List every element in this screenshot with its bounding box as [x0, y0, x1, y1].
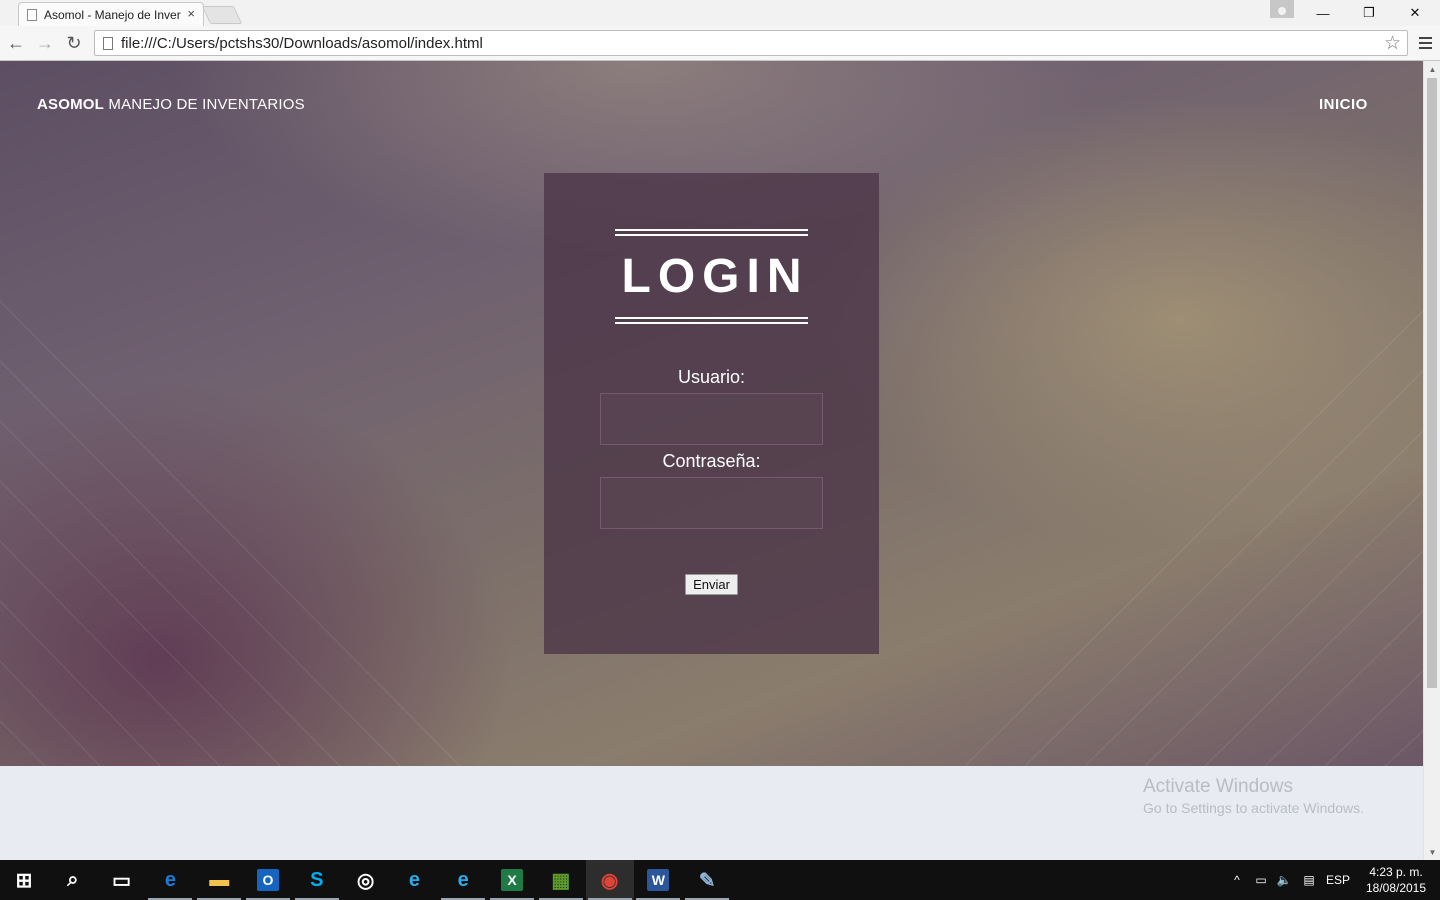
taskbar-skype-button[interactable]: S	[293, 860, 341, 900]
watermark-line-1: Activate Windows	[1143, 776, 1293, 797]
language-indicator[interactable]: ESP	[1324, 860, 1352, 900]
browser-menu-button[interactable]	[1414, 31, 1436, 55]
title-rule-top	[615, 229, 808, 236]
back-button[interactable]: ←	[4, 30, 28, 56]
site-brand[interactable]: ASOMOL MANEJO DE INVENTARIOS	[37, 96, 305, 113]
usuario-input[interactable]	[600, 393, 823, 445]
chrome-icon: ◉	[600, 869, 619, 892]
excel-icon: X	[501, 869, 523, 891]
start-icon: ⊞	[15, 869, 33, 892]
taskbar-file-explorer-button[interactable]: ▬	[195, 860, 243, 900]
taskbar-outlook-button[interactable]: O	[244, 860, 292, 900]
watermark-line-2: Go to Settings to activate Windows.	[1143, 800, 1364, 816]
activate-windows-watermark: Activate Windows Go to Settings to activ…	[1143, 776, 1364, 816]
scroll-up-arrow[interactable]: ▲	[1424, 61, 1440, 77]
groove-music-icon: ◎	[356, 869, 375, 892]
address-bar[interactable]: file:///C:/Users/pctshs30/Downloads/asom…	[94, 30, 1408, 56]
brand-name: ASOMOL	[37, 96, 105, 113]
reload-button[interactable]: ↻	[62, 30, 86, 56]
forward-button[interactable]: →	[33, 30, 57, 56]
system-clock[interactable]: 4:23 p. m. 18/08/2015	[1362, 864, 1430, 896]
taskbar-task-view-button[interactable]: ▭	[98, 860, 146, 900]
url-text[interactable]: file:///C:/Users/pctshs30/Downloads/asom…	[121, 35, 483, 52]
skype-icon: S	[310, 868, 324, 891]
search-icon: ⌕	[67, 868, 79, 891]
bookmark-star-icon[interactable]: ☆	[1384, 32, 1401, 55]
taskbar-paint-button[interactable]: ✎	[683, 860, 731, 900]
close-window-button[interactable]: ✕	[1392, 2, 1438, 24]
tray-chevron-icon[interactable]: ^	[1228, 860, 1246, 900]
login-card: LOGIN Usuario: Contraseña: Enviar	[544, 173, 879, 654]
taskbar-start-button[interactable]: ⊞	[0, 860, 48, 900]
scroll-thumb[interactable]	[1427, 78, 1437, 688]
word-icon: W	[647, 869, 670, 891]
login-title: LOGIN	[621, 250, 809, 303]
person-icon	[1278, 7, 1286, 15]
usuario-label: Usuario:	[677, 367, 746, 387]
taskbar-chrome-button[interactable]: ◉	[585, 860, 634, 900]
browser-titlebar: Asomol - Manejo de Inver × — ❐ ✕	[0, 0, 1440, 26]
brand-tagline: MANEJO DE INVENTARIOS	[104, 96, 305, 113]
maximize-button[interactable]: ❐	[1346, 2, 1392, 24]
file-icon	[103, 36, 113, 50]
browser-tab[interactable]: Asomol - Manejo de Inver ×	[18, 2, 204, 26]
taskbar-internet-explorer-2-button[interactable]: e	[439, 860, 487, 900]
project-icon: ▦	[551, 869, 571, 892]
page-viewport: ASOMOL MANEJO DE INVENTARIOS INICIO LOGI…	[0, 61, 1423, 860]
paint-icon: ✎	[698, 869, 716, 892]
taskbar-excel-button[interactable]: X	[488, 860, 536, 900]
vertical-scrollbar[interactable]: ▲ ▼	[1423, 61, 1440, 860]
task-view-icon: ▭	[112, 869, 132, 892]
taskbar-word-button[interactable]: W	[634, 860, 682, 900]
profile-button[interactable]	[1270, 0, 1294, 18]
taskbar-edge-button[interactable]: e	[146, 860, 194, 900]
internet-explorer-2-icon: e	[457, 868, 469, 891]
new-tab-button[interactable]	[201, 6, 243, 24]
network-icon[interactable]: ▭	[1250, 860, 1272, 900]
clock-time: 4:23 p. m.	[1369, 865, 1423, 879]
contrasena-input[interactable]	[600, 477, 823, 529]
taskbar-search-button[interactable]: ⌕	[49, 860, 97, 900]
clock-date: 18/08/2015	[1365, 881, 1427, 895]
page-icon	[27, 8, 37, 21]
windows-taskbar: ⊞ ⌕ ▭ e ▬ O S ◎ e e X ▦ ◉ W ✎ ^ ▭ 🔈 ▤ ESP 4:23 p. m. 1…	[0, 860, 1440, 900]
scroll-down-arrow[interactable]: ▼	[1424, 844, 1440, 860]
tab-close-icon[interactable]: ×	[187, 6, 195, 21]
minimize-button[interactable]: —	[1300, 2, 1346, 24]
internet-explorer-icon: e	[408, 868, 420, 891]
file-explorer-icon: ▬	[209, 868, 230, 891]
taskbar-project-button[interactable]: ▦	[537, 860, 585, 900]
edge-icon: e	[164, 868, 176, 891]
enviar-button[interactable]: Enviar	[685, 574, 738, 595]
hero-background: ASOMOL MANEJO DE INVENTARIOS INICIO LOGI…	[0, 61, 1423, 766]
title-rule-bottom	[615, 317, 808, 324]
taskbar-groove-music-button[interactable]: ◎	[342, 860, 390, 900]
browser-toolbar: ← → ↻ file:///C:/Users/pctshs30/Download…	[0, 26, 1440, 61]
tab-title: Asomol - Manejo de Inver	[44, 7, 181, 22]
notifications-icon[interactable]: ▤	[1298, 860, 1320, 900]
nav-inicio-link[interactable]: INICIO	[1319, 96, 1368, 113]
volume-icon[interactable]: 🔈	[1274, 860, 1294, 900]
taskbar-internet-explorer-button[interactable]: e	[390, 860, 438, 900]
contrasena-label: Contraseña:	[662, 451, 761, 471]
outlook-icon: O	[257, 869, 279, 891]
